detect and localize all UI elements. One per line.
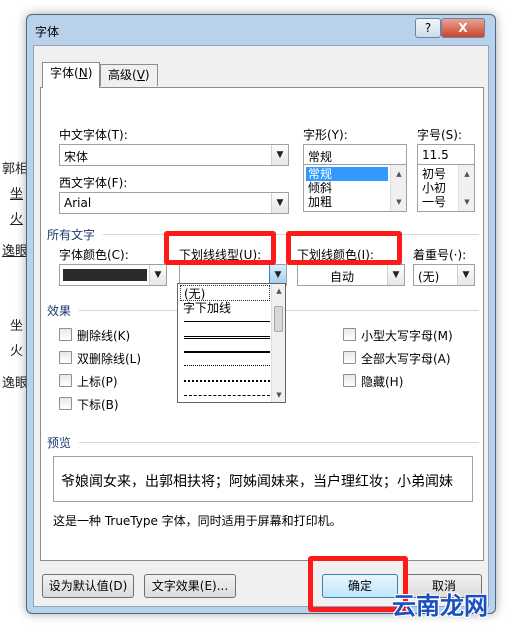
chinese-font-select[interactable]: 宋体 ▼ — [59, 144, 289, 166]
chinese-font-value: 宋体 — [64, 150, 89, 164]
scroll-thumb[interactable] — [274, 306, 283, 332]
western-font-value: Arial — [64, 196, 92, 210]
scroll-up-icon[interactable]: ▲ — [272, 284, 286, 298]
preview-box: 爷娘闻女来，出郭相扶将；阿姊闻妹来，当户理红妆；小弟闻妹 — [53, 456, 473, 502]
font-color-label: 字体颜色(C): — [59, 248, 129, 262]
subscript-label[interactable]: 下标(B) — [77, 396, 119, 413]
help-button[interactable]: ? — [415, 18, 441, 38]
superscript-label[interactable]: 上标(P) — [77, 373, 118, 390]
chevron-down-icon[interactable]: ▼ — [457, 265, 474, 285]
chinese-font-label: 中文字体(T): — [59, 128, 128, 142]
strikethrough-label[interactable]: 删除线(K) — [77, 327, 130, 344]
chevron-down-icon[interactable]: ▼ — [149, 265, 166, 285]
background-text: 火 — [10, 344, 24, 359]
underline-option-dotted[interactable] — [184, 365, 270, 366]
scroll-down-icon[interactable]: ▼ — [459, 195, 475, 209]
scroll-up-icon[interactable]: ▲ — [391, 167, 407, 181]
tab-accel: V — [136, 68, 145, 82]
tab-accel: N — [78, 66, 88, 80]
effects-section-label: 效果 — [47, 304, 72, 318]
underline-style-dropdown[interactable]: (无) 字下加线 ▲ ▼ — [177, 283, 286, 403]
list-item[interactable]: 加粗 — [306, 195, 332, 209]
background-text: 郭相 — [2, 162, 29, 177]
hidden-label[interactable]: 隐藏(H) — [361, 373, 403, 390]
underline-option-single[interactable] — [184, 321, 270, 322]
all-caps-label[interactable]: 全部大写字母(A) — [361, 350, 451, 367]
all-caps-checkbox[interactable] — [343, 351, 356, 364]
preview-sample-text: 爷娘闻女来，出郭相扶将；阿姊闻妹来，当户理红妆；小弟闻妹 — [61, 474, 453, 490]
small-caps-checkbox[interactable] — [343, 328, 356, 341]
underline-option-words[interactable]: 字下加线 — [180, 300, 270, 316]
size-scrollbar[interactable]: ▲ ▼ — [458, 165, 474, 211]
style-scrollbar[interactable]: ▲ ▼ — [390, 165, 406, 211]
font-style-input[interactable]: 常规 — [303, 144, 407, 166]
underline-color-value: 自动 — [329, 270, 354, 284]
background-text: 逸眼 — [2, 244, 29, 259]
all-text-section-label: 所有文字 — [47, 228, 96, 242]
list-item[interactable]: 倾斜 — [306, 181, 332, 195]
superscript-checkbox[interactable] — [59, 374, 72, 387]
scroll-down-icon[interactable]: ▼ — [272, 388, 286, 402]
western-font-label: 西文字体(F): — [59, 176, 128, 190]
list-item[interactable]: 小初 — [420, 181, 446, 195]
list-item[interactable]: 常规 — [306, 167, 388, 181]
scroll-up-icon[interactable]: ▲ — [459, 167, 475, 181]
close-button[interactable]: X — [441, 18, 485, 38]
hidden-checkbox[interactable] — [343, 374, 356, 387]
subscript-checkbox[interactable] — [59, 397, 72, 410]
underline-option-thick[interactable] — [184, 351, 270, 353]
font-style-value: 常规 — [308, 150, 333, 164]
dropdown-scrollbar[interactable]: ▲ ▼ — [271, 284, 285, 402]
font-type-note: 这是一种 TrueType 字体，同时适用于屏幕和打印机。 — [53, 514, 342, 528]
font-color-swatch — [63, 269, 147, 281]
watermark-logo: 云南龙网 — [392, 592, 488, 620]
background-text: 坐 — [10, 319, 24, 334]
font-size-value: 11.5 — [422, 148, 449, 162]
background-text: 火 — [10, 212, 24, 227]
small-caps-label[interactable]: 小型大写字母(M) — [361, 327, 453, 344]
background-text: 逸眼 — [2, 376, 29, 391]
highlight-box-underline-style — [164, 231, 276, 265]
chevron-down-icon[interactable]: ▼ — [269, 265, 286, 285]
background-text: 坐 — [10, 187, 24, 202]
underline-option-none[interactable]: (无) — [180, 285, 270, 301]
tab-label: 字体 — [50, 66, 75, 80]
underline-color-select[interactable]: 自动 ▼ — [297, 264, 405, 286]
dialog-title: 字体 — [35, 25, 60, 39]
tab-font[interactable]: 字体(N) — [42, 62, 101, 88]
font-size-label: 字号(S): — [417, 128, 463, 142]
chevron-down-icon[interactable]: ▼ — [387, 265, 404, 285]
font-size-input[interactable]: 11.5 — [417, 144, 475, 166]
scroll-down-icon[interactable]: ▼ — [391, 195, 407, 209]
text-effects-button[interactable]: 文字效果(E)... — [144, 574, 236, 598]
set-default-button[interactable]: 设为默认值(D) — [42, 574, 134, 598]
highlight-box-underline-color — [286, 231, 402, 265]
font-style-label: 字形(Y): — [303, 128, 348, 142]
underline-option-double[interactable] — [184, 336, 270, 340]
western-font-select[interactable]: Arial ▼ — [59, 192, 289, 214]
chevron-down-icon[interactable]: ▼ — [271, 145, 288, 165]
list-item[interactable]: 一号 — [420, 195, 446, 209]
font-color-select[interactable]: ▼ — [59, 264, 167, 286]
list-item[interactable]: 初号 — [420, 167, 446, 181]
font-size-list[interactable]: 初号 小初 一号 ▲ ▼ — [417, 164, 475, 212]
tab-advanced[interactable]: 高级(V) — [100, 64, 158, 86]
strikethrough-checkbox[interactable] — [59, 328, 72, 341]
font-style-list[interactable]: 常规 倾斜 加粗 ▲ ▼ — [303, 164, 407, 212]
double-strikethrough-label[interactable]: 双删除线(L) — [77, 350, 141, 367]
double-strikethrough-checkbox[interactable] — [59, 351, 72, 364]
underline-option-dashed[interactable] — [184, 395, 270, 396]
tab-label: 高级 — [108, 68, 133, 82]
preview-section-label: 预览 — [47, 436, 72, 450]
section-divider — [79, 442, 479, 443]
emphasis-select[interactable]: (无) ▼ — [413, 264, 475, 286]
emphasis-label: 着重号(·): — [413, 248, 467, 262]
chevron-down-icon[interactable]: ▼ — [271, 193, 288, 213]
emphasis-value: (无) — [418, 270, 440, 284]
underline-option-thick-dotted[interactable] — [184, 380, 270, 382]
title-bar[interactable]: 字体 ? X — [27, 15, 495, 45]
